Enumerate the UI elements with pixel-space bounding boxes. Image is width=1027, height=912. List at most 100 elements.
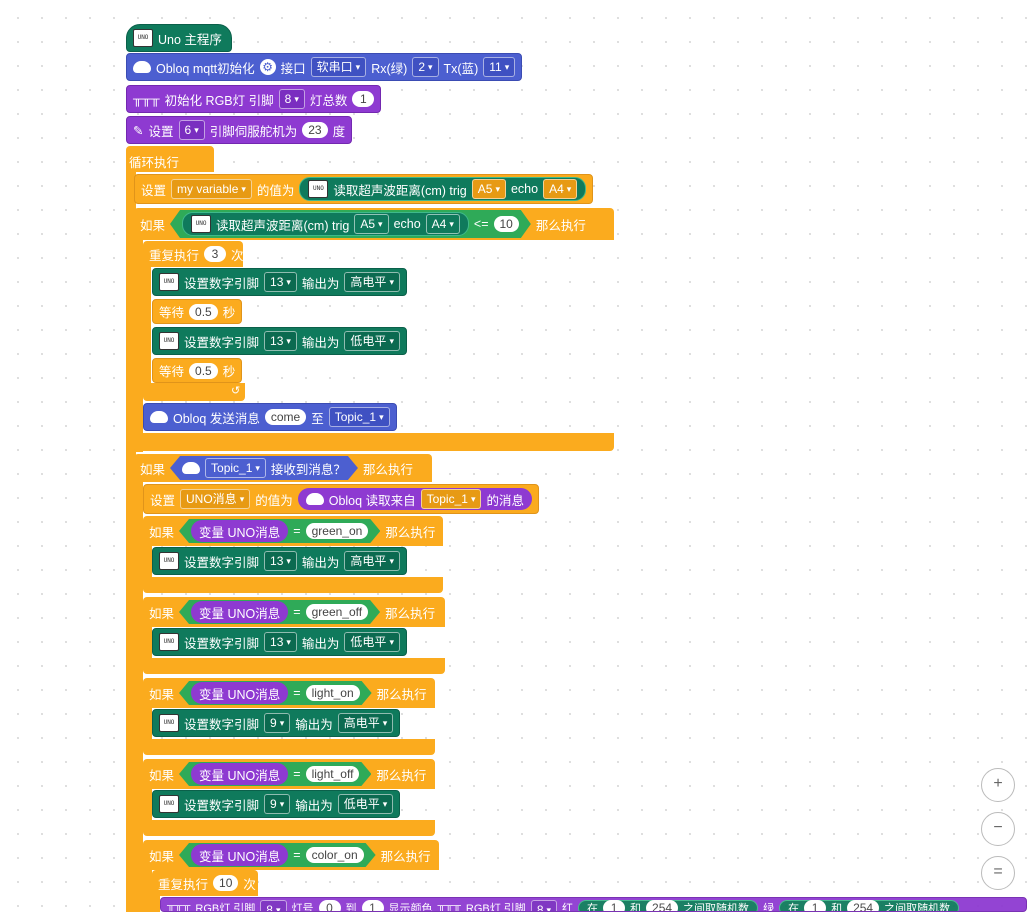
random-reporter[interactable]: 在 1 和 254 之间取随机数: [578, 900, 759, 911]
count-label: 灯总数: [309, 93, 348, 108]
set-uno-message-block[interactable]: 设置 UNO消息 的值为 Obloq 读取来自 Topic_1 的消息: [143, 484, 539, 514]
compare-value-input[interactable]: green_off: [306, 604, 369, 620]
rgb-pin-dropdown[interactable]: 8: [260, 900, 287, 911]
digital-pin-block[interactable]: UNO 设置数字引脚 9 输出为低电平: [152, 790, 401, 818]
rgb-count-input[interactable]: 1: [352, 91, 375, 107]
servo-pin-dropdown[interactable]: 6: [178, 120, 205, 140]
variable-reporter[interactable]: 变量 UNO消息: [191, 601, 288, 623]
if-label: 如果: [149, 768, 175, 783]
servo-angle-input[interactable]: 23: [302, 122, 328, 138]
level-dropdown[interactable]: 低电平: [344, 632, 400, 652]
equals-hexagon[interactable]: 变量 UNO消息 = light_on: [179, 681, 372, 705]
wait-seconds-input[interactable]: 0.5: [189, 303, 218, 320]
port-dropdown[interactable]: 软串口: [310, 57, 367, 77]
ultrasonic-reporter[interactable]: UNO 读取超声波距离(cm) trig A5 echo A4: [299, 177, 587, 201]
variable-dropdown[interactable]: UNO消息: [180, 489, 251, 509]
pin-dropdown[interactable]: 9: [264, 713, 291, 733]
wait-block[interactable]: 等待 0.5 秒: [152, 358, 243, 383]
pin-dropdown[interactable]: 13: [264, 632, 297, 652]
topic-dropdown[interactable]: Topic_1: [205, 458, 266, 478]
pin-dropdown[interactable]: 13: [264, 551, 297, 571]
rgb-color-block[interactable]: ╥╥╥ RGB灯 引脚 8 灯号 0 到 1 显示颜色 ╥╥╥ RGB灯 引脚 …: [160, 897, 1027, 912]
main-program-hat[interactable]: UNO Uno 主程序: [126, 24, 232, 52]
random-min-input[interactable]: 1: [603, 900, 626, 911]
servo-block[interactable]: ✎ 设置 6 引脚伺服舵机为 23 度: [126, 116, 353, 144]
repeat-count-input[interactable]: 3: [204, 246, 227, 262]
distance-threshold-input[interactable]: 10: [494, 216, 519, 232]
servo-mid-label: 引脚伺服舵机为: [209, 124, 298, 139]
then-label: 那么执行: [380, 849, 431, 864]
tx-dropdown[interactable]: 11: [483, 57, 516, 77]
wait-block[interactable]: 等待 0.5 秒: [152, 299, 243, 324]
level-dropdown[interactable]: 高电平: [344, 272, 400, 292]
trig-dropdown[interactable]: A5: [471, 179, 506, 199]
rgb-pin-dropdown[interactable]: 8: [278, 89, 305, 109]
obloq-send-block[interactable]: Obloq 发送消息 come 至 Topic_1: [143, 403, 397, 431]
zoom-reset-button[interactable]: =: [981, 856, 1015, 890]
digital-pin-high-block[interactable]: UNO 设置数字引脚 13 输出为 高电平: [152, 268, 407, 296]
ultrasonic-reporter[interactable]: UNO 读取超声波距离(cm) trig A5 echo A4: [182, 212, 469, 236]
uno-board-icon: UNO: [133, 29, 153, 47]
gear-icon[interactable]: ⚙: [259, 59, 276, 75]
message-received-hexagon[interactable]: Topic_1 接收到消息？: [170, 456, 358, 480]
obloq-read-reporter[interactable]: Obloq 读取来自 Topic_1 的消息: [297, 488, 532, 510]
rgb-pin-dropdown[interactable]: 8: [530, 900, 558, 911]
trig-dropdown[interactable]: A5: [354, 214, 388, 234]
equals-hexagon[interactable]: 变量 UNO消息 = green_off: [179, 600, 380, 624]
variable-reporter[interactable]: 变量 UNO消息: [191, 682, 288, 704]
obloq-mqtt-init-block[interactable]: Obloq mqtt初始化 ⚙ 接口 软串口 Rx(绿) 2 Tx(蓝) 11: [126, 53, 523, 81]
tx-label: Tx(蓝): [443, 61, 479, 76]
equals-hexagon[interactable]: 变量 UNO消息 = color_on: [179, 843, 376, 867]
topic-dropdown[interactable]: Topic_1: [420, 489, 482, 509]
digital-pin-label: 设置数字引脚: [184, 335, 260, 350]
pin-dropdown[interactable]: 13: [264, 331, 297, 351]
compare-value-input[interactable]: color_on: [306, 847, 364, 863]
level-dropdown[interactable]: 低电平: [337, 794, 394, 814]
digital-pin-block[interactable]: UNO 设置数字引脚 13 输出为低电平: [152, 628, 407, 656]
level-dropdown[interactable]: 高电平: [344, 551, 400, 571]
wait-seconds-input[interactable]: 0.5: [189, 362, 218, 379]
variable-reporter[interactable]: 变量 UNO消息: [191, 520, 288, 542]
repeat-count-input[interactable]: 10: [213, 875, 239, 891]
zoom-out-button[interactable]: −: [981, 812, 1015, 846]
level-dropdown[interactable]: 高电平: [337, 713, 394, 733]
digital-pin-block[interactable]: UNO 设置数字引脚 9 输出为高电平: [152, 709, 401, 737]
compare-hexagon[interactable]: UNO 读取超声波距离(cm) trig A5 echo A4 <= 10: [170, 210, 531, 238]
variable-reporter[interactable]: 变量 UNO消息: [191, 763, 288, 785]
compare-value-input[interactable]: green_on: [306, 523, 369, 539]
random-max-input[interactable]: 254: [847, 900, 880, 911]
variable-reporter[interactable]: 变量 UNO消息: [191, 844, 288, 866]
echo-label: echo: [510, 182, 539, 196]
uno-board-icon: UNO: [159, 332, 179, 350]
set-variable-block[interactable]: 设置 my variable 的值为 UNO 读取超声波距离(cm) trig …: [134, 174, 594, 204]
zoom-in-button[interactable]: +: [981, 768, 1015, 802]
cond-frame-bottom: [143, 658, 445, 674]
random-min-input[interactable]: 1: [804, 900, 827, 911]
topic-dropdown[interactable]: Topic_1: [328, 407, 390, 427]
echo-dropdown[interactable]: A4: [426, 214, 460, 234]
random-reporter[interactable]: 在 1 和 254 之间取随机数: [779, 900, 960, 911]
led-from-input[interactable]: 0: [318, 900, 341, 911]
level-dropdown[interactable]: 低电平: [344, 331, 400, 351]
then-label: 那么执行: [362, 462, 413, 477]
red-label: 红: [562, 903, 574, 912]
compare-value-input[interactable]: light_on: [306, 685, 360, 701]
led-index-label: 灯号: [291, 903, 314, 912]
pin-dropdown[interactable]: 9: [264, 794, 291, 814]
echo-dropdown[interactable]: A4: [543, 179, 578, 199]
compare-value-input[interactable]: light_off: [306, 766, 360, 782]
random-max-input[interactable]: 254: [646, 900, 679, 911]
variable-dropdown[interactable]: my variable: [171, 179, 252, 199]
if-label: 如果: [140, 462, 166, 477]
message-input[interactable]: come: [264, 409, 307, 425]
pin-dropdown[interactable]: 13: [264, 272, 297, 292]
equals-hexagon[interactable]: 变量 UNO消息 = green_on: [179, 519, 380, 543]
equals-hexagon[interactable]: 变量 UNO消息 = light_off: [179, 762, 371, 786]
cond-header: 如果 变量 UNO消息 = green_on 那么执行: [143, 516, 441, 546]
rgb-pin-label: RGB灯 引脚: [195, 903, 256, 912]
rgb-init-block[interactable]: ╥╥╥ 初始化 RGB灯 引脚 8 灯总数 1: [126, 85, 382, 113]
digital-pin-block[interactable]: UNO 设置数字引脚 13 输出为高电平: [152, 547, 407, 575]
rx-dropdown[interactable]: 2: [412, 57, 439, 77]
led-to-input[interactable]: 1: [361, 900, 384, 911]
digital-pin-low-block[interactable]: UNO 设置数字引脚 13 输出为 低电平: [152, 327, 407, 355]
